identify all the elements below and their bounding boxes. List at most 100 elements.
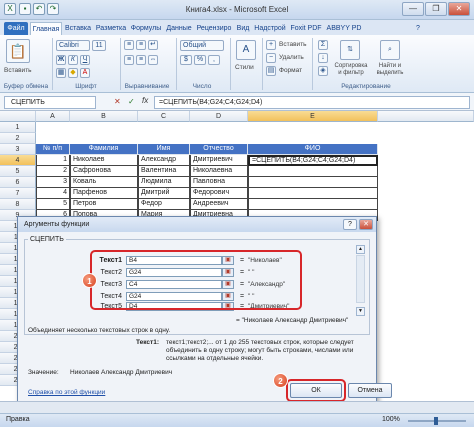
percent-icon[interactable]: % (194, 55, 206, 65)
table-cell[interactable]: 4 (36, 188, 70, 199)
help-icon[interactable]: ? (412, 22, 424, 35)
merge-icon[interactable]: ⇔ (148, 55, 158, 65)
column-header[interactable]: B (70, 111, 138, 122)
table-header-cell[interactable]: Фамилия (70, 144, 138, 155)
table-cell[interactable]: 2 (36, 166, 70, 177)
tab-abbyy-pdf[interactable]: ABBYY PD (325, 22, 363, 35)
name-box[interactable]: СЦЕПИТЬ (4, 96, 96, 109)
sort-filter-icon[interactable]: ⇅ (340, 40, 360, 60)
row-header[interactable]: 7 (0, 188, 36, 199)
table-cell[interactable]: Дмитрий (138, 188, 190, 199)
wrap-text-icon[interactable]: ↵ (148, 40, 158, 50)
borders-icon[interactable]: ▦ (56, 68, 66, 78)
font-color-icon[interactable]: A (80, 68, 90, 78)
find-select-icon[interactable]: ⌕ (380, 40, 400, 60)
align-top-icon[interactable]: ≡ (124, 40, 134, 50)
table-cell[interactable]: Николаев (70, 155, 138, 166)
insert-cells-icon[interactable]: + (266, 40, 276, 50)
row-header[interactable]: 5 (0, 166, 36, 177)
font-name-select[interactable]: Calibri (56, 40, 90, 51)
table-cell[interactable] (248, 177, 378, 188)
table-cell[interactable] (248, 188, 378, 199)
tab-view[interactable]: Вид (234, 22, 252, 35)
table-header-cell[interactable]: ФИО (248, 144, 378, 155)
format-cells-icon[interactable]: ▤ (266, 66, 276, 76)
fill-color-icon[interactable]: ◆ (68, 68, 78, 78)
font-size-select[interactable]: 11 (92, 40, 106, 51)
sort-filter-label[interactable]: Сортировка и фильтр (333, 63, 369, 77)
delete-cells-label[interactable]: Удалить (279, 54, 304, 61)
align-left-icon[interactable]: ≡ (124, 55, 134, 65)
column-header[interactable]: E (248, 111, 378, 122)
table-cell[interactable]: Сафронова (70, 166, 138, 177)
tab-foxit-pdf[interactable]: Foxit PDF (288, 22, 324, 35)
table-header-cell[interactable]: № п/п (36, 144, 70, 155)
clear-icon[interactable]: ◈ (318, 66, 328, 76)
zoom-slider-thumb[interactable] (434, 417, 438, 425)
table-cell[interactable]: 5 (36, 199, 70, 210)
column-header[interactable]: A (36, 111, 70, 122)
table-header-cell[interactable]: Имя (138, 144, 190, 155)
restore-button[interactable]: ❐ (425, 2, 447, 16)
thousands-icon[interactable]: , (208, 55, 220, 65)
table-cell[interactable]: Павловна (190, 177, 248, 188)
cancel-icon[interactable]: ✕ (114, 97, 121, 106)
bold-icon[interactable]: Ж (56, 55, 66, 65)
scrollbar-track[interactable] (356, 255, 365, 303)
table-cell[interactable]: Николаевна (190, 166, 248, 177)
tab-formulas[interactable]: Формулы (129, 22, 163, 35)
table-cell[interactable]: Коваль (70, 177, 138, 188)
table-cell[interactable]: 1 (36, 155, 70, 166)
minimize-button[interactable]: — (402, 2, 424, 16)
ok-button[interactable]: ОК (290, 383, 342, 398)
delete-cells-icon[interactable]: − (266, 53, 276, 63)
table-cell[interactable] (248, 166, 378, 177)
autosum-icon[interactable]: Σ (318, 40, 328, 50)
table-cell[interactable]: Александр (138, 155, 190, 166)
scroll-up-button[interactable]: ▲ (356, 245, 365, 254)
number-format-select[interactable]: Общий (180, 40, 224, 51)
row-header[interactable]: 8 (0, 199, 36, 210)
styles-icon[interactable]: A (236, 40, 256, 60)
table-cell[interactable]: Людмила (138, 177, 190, 188)
row-header[interactable]: 3 (0, 144, 36, 155)
close-button[interactable]: ✕ (448, 2, 470, 16)
italic-icon[interactable]: К (68, 55, 78, 65)
tab-insert[interactable]: Вставка (63, 22, 93, 35)
cancel-button[interactable]: Отмена (348, 383, 392, 398)
table-cell[interactable]: Федор (138, 199, 190, 210)
scroll-down-button[interactable]: ▼ (356, 307, 365, 316)
paste-icon[interactable]: 📋 (6, 39, 30, 63)
row-header[interactable]: 2 (0, 133, 36, 144)
table-cell[interactable]: Андреевич (190, 199, 248, 210)
help-link[interactable]: Справка по этой функции (28, 389, 105, 396)
align-center-icon[interactable]: ≡ (136, 55, 146, 65)
underline-icon[interactable]: Ч (80, 55, 90, 65)
table-cell[interactable]: Петров (70, 199, 138, 210)
row-header[interactable]: 1 (0, 122, 36, 133)
table-cell[interactable]: Дмитриевич (190, 155, 248, 166)
row-header[interactable]: 4 (0, 155, 36, 166)
currency-icon[interactable]: $ (180, 55, 192, 65)
column-header[interactable]: D (190, 111, 248, 122)
format-cells-label[interactable]: Формат (279, 67, 302, 74)
table-cell[interactable]: 3 (36, 177, 70, 188)
find-select-label[interactable]: Найти и выделить (372, 63, 408, 77)
tab-review[interactable]: Рецензиро (195, 22, 233, 35)
select-all-corner[interactable] (0, 111, 36, 122)
table-cell[interactable]: Парфенов (70, 188, 138, 199)
dialog-help-button[interactable]: ? (343, 219, 357, 230)
tab-data[interactable]: Данные (164, 22, 194, 35)
fill-icon[interactable]: ↓ (318, 53, 328, 63)
tab-page-layout[interactable]: Разметка (94, 22, 128, 35)
table-cell[interactable]: Валентина (138, 166, 190, 177)
insert-cells-label[interactable]: Вставить (279, 41, 307, 48)
tab-addins[interactable]: Надстрой (253, 22, 287, 35)
zoom-level[interactable]: 100% (382, 416, 400, 423)
enter-icon[interactable]: ✓ (128, 97, 135, 106)
active-cell-e4[interactable]: =СЦЕПИТЬ(B4;G24;C4;G24;D4) (248, 155, 378, 166)
styles-label[interactable]: Стили (235, 64, 254, 71)
paste-label[interactable]: Вставить (4, 67, 32, 74)
formula-input[interactable]: =СЦЕПИТЬ(B4;G24;C4;G24;D4) (154, 96, 470, 109)
tab-file[interactable]: Файл (4, 22, 28, 35)
